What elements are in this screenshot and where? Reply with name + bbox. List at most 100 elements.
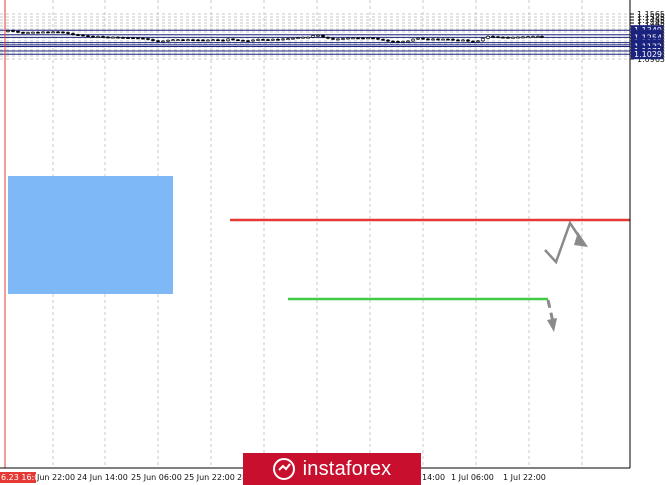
candle-body	[306, 36, 310, 39]
candle-body	[521, 36, 525, 39]
candle-body	[416, 37, 420, 40]
candle-body	[6, 30, 10, 32]
candle-body	[231, 38, 235, 41]
candle-body	[396, 41, 400, 43]
candle-body	[36, 31, 40, 34]
bearish-forecast-arrow	[546, 299, 555, 323]
time-tick-label: 25 Jun 22:00	[184, 473, 235, 482]
candle-body	[431, 38, 435, 41]
candle-body	[246, 40, 250, 42]
candle-body	[16, 30, 20, 33]
candle-body	[371, 37, 375, 40]
level-labels: 1.13491.12891.12681.12541.11831.11541.11…	[631, 25, 663, 60]
chart-canvas[interactable]: 1.15651.15251.14851.14451.14051.13651.13…	[0, 0, 665, 485]
candle-body	[351, 37, 355, 40]
candle-body	[466, 39, 470, 42]
candle-body	[101, 36, 105, 38]
candle-body	[51, 31, 55, 34]
time-tick-label: 1 Jul 06:00	[451, 473, 494, 482]
candle-body	[236, 39, 240, 42]
candle-body	[456, 39, 460, 42]
candle-body	[491, 36, 495, 38]
candle-body	[46, 31, 50, 34]
candle-body	[21, 32, 25, 34]
price-axis-bg	[630, 0, 665, 468]
candle-body	[121, 37, 125, 39]
candle-body	[296, 37, 300, 39]
candle-body	[311, 35, 315, 38]
candle-body	[91, 35, 95, 38]
candle-body	[241, 39, 245, 42]
candle-body	[146, 38, 150, 40]
candle-body	[261, 39, 265, 41]
candle-body	[206, 39, 210, 42]
candle-body	[316, 34, 320, 37]
candle-body	[381, 38, 385, 41]
candle-body	[451, 38, 455, 41]
candle-body	[111, 36, 115, 39]
candle-body	[386, 39, 390, 42]
candle-body	[471, 40, 475, 43]
candle-body	[11, 30, 15, 32]
candle-body	[346, 37, 350, 40]
candle-body	[326, 36, 330, 39]
candle-body	[156, 40, 160, 42]
candle-body	[321, 34, 325, 38]
candle-body	[356, 37, 360, 40]
time-tick-label: 25 Jun 06:00	[131, 473, 182, 482]
candle-body	[376, 37, 380, 40]
candle-body	[276, 38, 280, 41]
range-box	[8, 176, 173, 294]
instaforex-watermark: instaforex	[243, 453, 421, 485]
candle-body	[256, 39, 260, 41]
candle-body	[96, 36, 100, 38]
candle-body	[486, 36, 490, 39]
candle-body	[481, 38, 485, 42]
candle-body	[86, 35, 90, 38]
candle-body	[361, 37, 365, 40]
candle-body	[476, 40, 480, 43]
time-tick-label: 24 Jun 14:00	[77, 473, 128, 482]
candle-body	[286, 38, 290, 40]
candle-body	[56, 31, 60, 34]
candle-body	[186, 39, 190, 42]
candle-body	[426, 38, 430, 41]
candle-body	[136, 37, 140, 40]
candle-body	[166, 39, 170, 42]
candle-body	[211, 39, 215, 42]
candle-body	[181, 39, 185, 42]
forex-chart[interactable]: 1.15651.15251.14851.14451.14051.13651.13…	[0, 0, 665, 485]
candle-body	[266, 39, 270, 41]
candle-body	[176, 39, 180, 42]
candle-body	[531, 36, 535, 38]
candle-body	[26, 32, 30, 34]
candle-body	[341, 38, 345, 40]
candle-body	[516, 36, 520, 39]
candle-body	[31, 31, 35, 34]
candle-body	[271, 38, 275, 41]
candle-body	[391, 40, 395, 43]
candle-body	[131, 37, 135, 40]
candle-body	[141, 37, 145, 40]
time-tick-label: 14:00	[422, 473, 445, 482]
candle-body	[81, 34, 85, 37]
time-tick-label: 1 Jul 22:00	[503, 473, 546, 482]
time-tick-label: Jun 22:00	[36, 473, 75, 482]
candle-body	[126, 37, 130, 39]
candle-body	[411, 38, 415, 42]
instaforex-logo-icon	[272, 458, 295, 480]
candle-body	[461, 39, 465, 42]
watermark-text: instaforex	[302, 457, 392, 480]
candle-body	[226, 38, 230, 42]
candle-body	[171, 39, 175, 42]
candle-body	[401, 41, 405, 43]
candle-body	[436, 38, 440, 41]
candle-body	[421, 37, 425, 40]
candle-body	[446, 38, 450, 41]
candle-body	[196, 39, 200, 42]
candle-body	[161, 40, 165, 43]
candle-body	[301, 37, 305, 39]
candle-body	[536, 36, 540, 38]
candle-body	[511, 37, 515, 39]
candle-body	[61, 31, 65, 34]
